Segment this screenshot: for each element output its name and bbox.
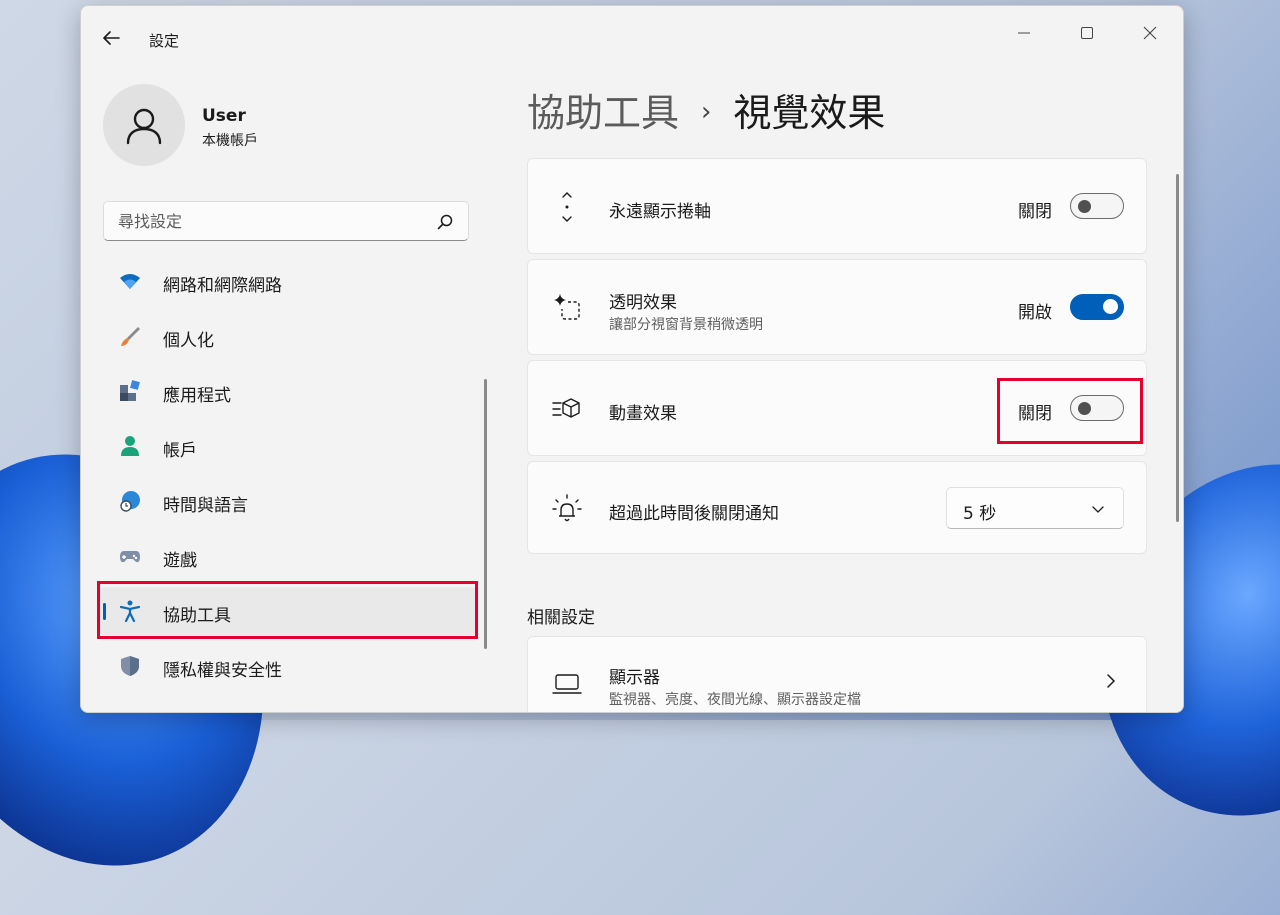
close-icon bbox=[1143, 26, 1157, 40]
sidebar-item-label: 時間與語言 bbox=[163, 496, 248, 516]
apps-icon bbox=[120, 380, 140, 401]
setting-card-scrollbars: 永遠顯示捲軸 關閉 bbox=[527, 158, 1147, 254]
bell-icon bbox=[552, 494, 582, 522]
search-box bbox=[103, 201, 469, 241]
title-bar: 設定 bbox=[81, 6, 1183, 54]
user-name: User bbox=[202, 106, 246, 126]
settings-window: 設定 User 本機帳戶 網路和網際網路 bbox=[80, 5, 1184, 713]
breadcrumb: 協助工具 › 視覺效果 bbox=[527, 82, 885, 137]
notification-duration-dropdown[interactable]: 5 秒 bbox=[946, 487, 1124, 529]
setting-title: 永遠顯示捲軸 bbox=[609, 202, 711, 222]
sidebar-item-accessibility[interactable]: 協助工具 bbox=[99, 587, 477, 635]
setting-subtitle: 讓部分視窗背景稍微透明 bbox=[609, 317, 763, 333]
setting-subtitle: 監視器、亮度、夜間光線、顯示器設定檔 bbox=[609, 692, 861, 708]
scroll-arrows-icon bbox=[562, 192, 572, 222]
sidebar-item-time-language[interactable]: 時間與語言 bbox=[99, 477, 477, 525]
laptop-icon bbox=[552, 674, 582, 694]
sidebar-item-privacy[interactable]: 隱私權與安全性 bbox=[99, 642, 477, 690]
transparency-toggle[interactable] bbox=[1070, 294, 1124, 320]
maximize-button[interactable] bbox=[1064, 18, 1110, 48]
transparency-sparkle-icon bbox=[554, 294, 580, 320]
sidebar-item-accounts[interactable]: 帳戶 bbox=[99, 422, 477, 470]
related-settings-heading: 相關設定 bbox=[527, 608, 595, 628]
setting-title: 超過此時間後關閉通知 bbox=[609, 504, 779, 524]
active-indicator bbox=[103, 603, 106, 620]
breadcrumb-parent[interactable]: 協助工具 bbox=[527, 91, 679, 135]
gamepad-icon bbox=[120, 551, 140, 563]
back-button[interactable] bbox=[99, 26, 123, 50]
sidebar-item-label: 個人化 bbox=[163, 331, 214, 351]
page-title: 視覺效果 bbox=[733, 91, 886, 135]
search-input[interactable] bbox=[104, 202, 452, 240]
sidebar-item-apps[interactable]: 應用程式 bbox=[99, 367, 477, 415]
setting-card-animation: 動畫效果 關閉 bbox=[527, 360, 1147, 456]
setting-title: 透明效果 bbox=[609, 293, 677, 313]
related-display-link[interactable]: 顯示器 監視器、亮度、夜間光線、顯示器設定檔 bbox=[527, 636, 1147, 712]
content-scrollbar[interactable] bbox=[1176, 174, 1179, 522]
close-button[interactable] bbox=[1127, 18, 1173, 48]
sidebar-item-gaming[interactable]: 遊戲 bbox=[99, 532, 477, 580]
avatar[interactable] bbox=[103, 84, 185, 166]
sidebar-item-label: 應用程式 bbox=[163, 386, 231, 406]
maximize-icon bbox=[1081, 27, 1093, 39]
user-icon bbox=[126, 108, 162, 145]
breadcrumb-separator: › bbox=[701, 96, 712, 127]
sidebar-scrollbar[interactable] bbox=[484, 379, 487, 649]
toggle-state-label: 開啟 bbox=[1018, 303, 1052, 323]
shield-icon bbox=[121, 656, 139, 676]
toggle-knob bbox=[1103, 299, 1118, 314]
wifi-icon bbox=[120, 274, 140, 289]
minimize-icon bbox=[1018, 32, 1030, 34]
chevron-right-icon bbox=[1107, 674, 1116, 688]
toggle-knob bbox=[1078, 200, 1091, 213]
sidebar-item-label: 網路和網際網路 bbox=[163, 276, 282, 296]
animation-toggle[interactable] bbox=[1070, 395, 1124, 421]
dropdown-selected-value: 5 秒 bbox=[963, 504, 997, 524]
toggle-state-label: 關閉 bbox=[1018, 404, 1052, 424]
setting-title: 動畫效果 bbox=[609, 404, 677, 424]
setting-card-notifications: 超過此時間後關閉通知 5 秒 bbox=[527, 461, 1147, 554]
account-type: 本機帳戶 bbox=[202, 133, 258, 149]
toggle-state-label: 關閉 bbox=[1018, 202, 1052, 222]
chevron-down-icon bbox=[1092, 506, 1104, 513]
arrow-left-icon bbox=[103, 31, 120, 45]
sidebar-item-personalization[interactable]: 個人化 bbox=[99, 312, 477, 360]
sidebar-item-label: 帳戶 bbox=[163, 441, 197, 461]
animation-cube-icon bbox=[552, 398, 580, 418]
sidebar-item-label: 隱私權與安全性 bbox=[163, 661, 282, 681]
sidebar-item-label: 協助工具 bbox=[163, 606, 231, 626]
globe-clock-icon bbox=[120, 491, 140, 512]
toggle-knob bbox=[1078, 402, 1091, 415]
app-title: 設定 bbox=[149, 32, 180, 50]
sidebar-item-label: 遊戲 bbox=[163, 551, 197, 571]
accessibility-icon bbox=[119, 600, 141, 622]
scrollbars-toggle[interactable] bbox=[1070, 193, 1124, 219]
setting-title: 顯示器 bbox=[609, 668, 660, 688]
search-icon[interactable] bbox=[436, 213, 454, 231]
setting-card-transparency: 透明效果 讓部分視窗背景稍微透明 開啟 bbox=[527, 259, 1147, 355]
minimize-button[interactable] bbox=[1001, 18, 1047, 48]
brush-icon bbox=[121, 327, 140, 346]
account-icon bbox=[121, 436, 139, 456]
sidebar-item-network[interactable]: 網路和網際網路 bbox=[99, 257, 477, 305]
